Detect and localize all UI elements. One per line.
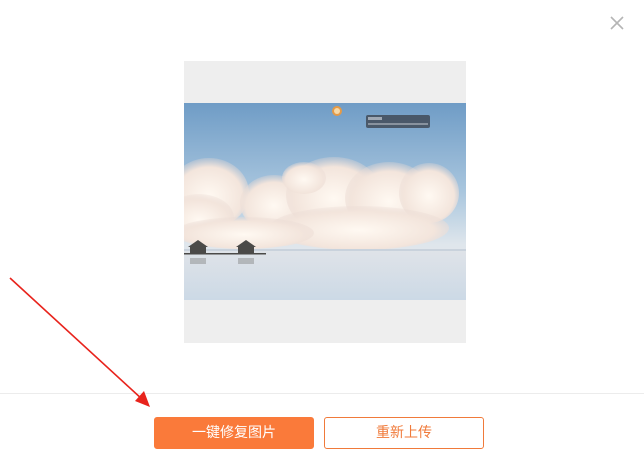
footer-divider xyxy=(0,393,644,394)
reupload-button[interactable]: 重新上传 xyxy=(324,417,484,449)
close-button[interactable] xyxy=(606,12,628,34)
image-preview xyxy=(184,61,466,343)
repair-dialog: 一键修复图片 重新上传 xyxy=(0,0,644,471)
preview-image xyxy=(184,103,466,300)
one-click-repair-button[interactable]: 一键修复图片 xyxy=(154,417,314,449)
close-icon xyxy=(610,16,624,30)
